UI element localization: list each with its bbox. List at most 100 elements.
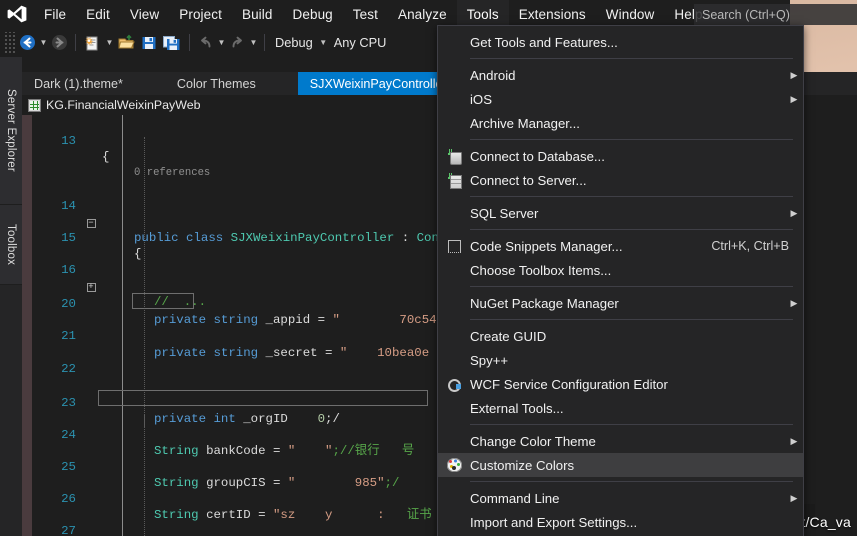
wcf-service-icon (438, 372, 470, 396)
breadcrumb-project-label[interactable]: KG.FinancialWeixinPayWeb (46, 98, 201, 112)
navigate-backward-icon (20, 35, 35, 50)
collapsed-region-box[interactable] (132, 293, 194, 309)
menuitem-change-color-theme[interactable]: Change Color Theme ▶ (438, 429, 803, 453)
menu-debug[interactable]: Debug (283, 0, 343, 28)
menu-separator (470, 196, 793, 197)
menuitem-icon-none (438, 258, 470, 282)
save-all-icon (163, 35, 180, 50)
new-project-button[interactable] (81, 31, 104, 55)
menuitem-icon-none (438, 63, 470, 87)
web-project-icon (28, 98, 41, 112)
doc-tab-sjxweixinpaycontroller[interactable]: SJXWeixinPayController (297, 72, 459, 95)
menuitem-ios[interactable]: iOS ▶ (438, 87, 803, 111)
menuitem-android[interactable]: Android ▶ (438, 63, 803, 87)
menu-debug-label: Debug (292, 6, 333, 22)
menu-build[interactable]: Build (232, 0, 283, 28)
menu-test-label: Test (352, 6, 378, 22)
menu-separator (470, 481, 793, 482)
menuitem-customize-colors[interactable]: Customize Colors (438, 453, 803, 477)
doc-tab-color-themes[interactable]: Color Themes (165, 72, 268, 95)
submenu-chevron-right-icon: ▶ (790, 207, 798, 218)
menu-project-label: Project (179, 6, 222, 22)
navigate-backward-dropdown[interactable]: ▼ (38, 32, 49, 54)
menu-extensions-label: Extensions (518, 6, 586, 22)
menuitem-label: Change Color Theme (470, 433, 596, 449)
toolbar-separator (75, 34, 76, 51)
menuitem-choose-toolbox-items[interactable]: Choose Toolbox Items... (438, 258, 803, 282)
menuitem-get-tools-and-features[interactable]: Get Tools and Features... (438, 30, 803, 54)
menuitem-label: Connect to Server... (470, 172, 587, 188)
menu-tools[interactable]: Tools (456, 0, 509, 28)
menuitem-nuget-package-manager[interactable]: NuGet Package Manager ▶ (438, 291, 803, 315)
menu-edit-label: Edit (86, 6, 110, 22)
visual-studio-logo-icon (0, 0, 34, 28)
redo-button[interactable] (227, 31, 248, 55)
redo-icon (232, 36, 242, 48)
menuitem-icon-none (438, 429, 470, 453)
open-file-button[interactable] (115, 31, 138, 55)
menuitem-label: Import and Export Settings... (470, 514, 638, 530)
save-button[interactable] (138, 31, 160, 55)
navigate-backward-button[interactable] (17, 31, 38, 55)
undo-icon (201, 36, 211, 48)
doc-tab-color-themes-label: Color Themes (176, 76, 256, 91)
menuitem-icon-none (438, 396, 470, 420)
menu-file[interactable]: File (34, 0, 76, 28)
line-number: 21 (61, 329, 76, 344)
menu-build-label: Build (241, 6, 273, 22)
tool-tab-toolbox[interactable]: Toolbox (0, 205, 22, 285)
code-snippets-icon (438, 234, 470, 258)
menuitem-wcf-service-configuration-editor[interactable]: WCF Service Configuration Editor (438, 372, 803, 396)
redo-dropdown[interactable]: ▼ (248, 32, 259, 54)
toolbar-drag-grip[interactable] (3, 31, 17, 54)
tool-tab-server-explorer[interactable]: Server Explorer (0, 57, 22, 205)
menu-separator (470, 139, 793, 140)
line-text: public class SJXWeixinPayController : Co… (134, 230, 439, 245)
menu-view[interactable]: View (120, 0, 169, 28)
undo-dropdown[interactable]: ▼ (216, 32, 227, 54)
menu-test[interactable]: Test (343, 0, 388, 28)
submenu-chevron-right-icon: ▶ (790, 297, 798, 308)
menuitem-icon-none (438, 348, 470, 372)
menu-analyze[interactable]: Analyze (388, 0, 457, 28)
current-line-highlight-box (98, 390, 428, 406)
menuitem-import-and-export-settings[interactable]: Import and Export Settings... (438, 510, 803, 534)
navigate-forward-button[interactable] (49, 31, 70, 55)
menuitem-archive-manager[interactable]: Archive Manager... (438, 111, 803, 135)
doc-tab-dark-theme[interactable]: Dark (1).theme* (22, 72, 135, 95)
menu-window[interactable]: Window (596, 0, 665, 28)
menuitem-icon-none (438, 291, 470, 315)
search-input[interactable]: Search (Ctrl+Q) (694, 4, 857, 25)
save-all-button[interactable] (160, 31, 184, 55)
menuitem-label: WCF Service Configuration Editor (470, 376, 668, 392)
menuitem-sql-server[interactable]: SQL Server ▶ (438, 201, 803, 225)
menuitem-command-line[interactable]: Command Line ▶ (438, 486, 803, 510)
menuitem-external-tools[interactable]: External Tools... (438, 396, 803, 420)
menuitem-label: Spy++ (470, 352, 509, 368)
menu-edit[interactable]: Edit (76, 0, 120, 28)
new-project-dropdown[interactable]: ▼ (104, 32, 115, 54)
save-icon (142, 36, 156, 49)
menuitem-create-guid[interactable]: Create GUID (438, 324, 803, 348)
line-number: 27 (61, 524, 76, 536)
menu-extensions[interactable]: Extensions (509, 0, 596, 28)
menu-window-label: Window (605, 6, 655, 22)
solution-platform-value[interactable]: Any CPU (329, 35, 392, 50)
menu-tools-label: Tools (466, 6, 499, 22)
menuitem-code-snippets-manager[interactable]: Code Snippets Manager... Ctrl+K, Ctrl+B (438, 234, 803, 258)
solution-configuration-dropdown[interactable]: ▼ (318, 32, 329, 54)
tool-tab-server-explorer-label: Server Explorer (5, 89, 17, 172)
tool-window-tab-strip: Server Explorer Toolbox (0, 57, 22, 536)
tools-dropdown-menu[interactable]: Get Tools and Features... Android ▶ iOS … (437, 25, 804, 536)
submenu-chevron-right-icon: ▶ (790, 435, 798, 446)
solution-configuration-value[interactable]: Debug (270, 35, 318, 50)
menu-project[interactable]: Project (169, 0, 232, 28)
connect-server-icon (438, 168, 470, 192)
menuitem-spy-plus-plus[interactable]: Spy++ (438, 348, 803, 372)
menuitem-connect-to-database[interactable]: Connect to Database... (438, 144, 803, 168)
menu-bar: File Edit View Project Build Debug Test … (0, 0, 790, 28)
submenu-chevron-right-icon: ▶ (790, 492, 798, 503)
codelens-references: 0 references (134, 167, 211, 180)
menuitem-connect-to-server[interactable]: Connect to Server... (438, 168, 803, 192)
undo-button[interactable] (195, 31, 216, 55)
